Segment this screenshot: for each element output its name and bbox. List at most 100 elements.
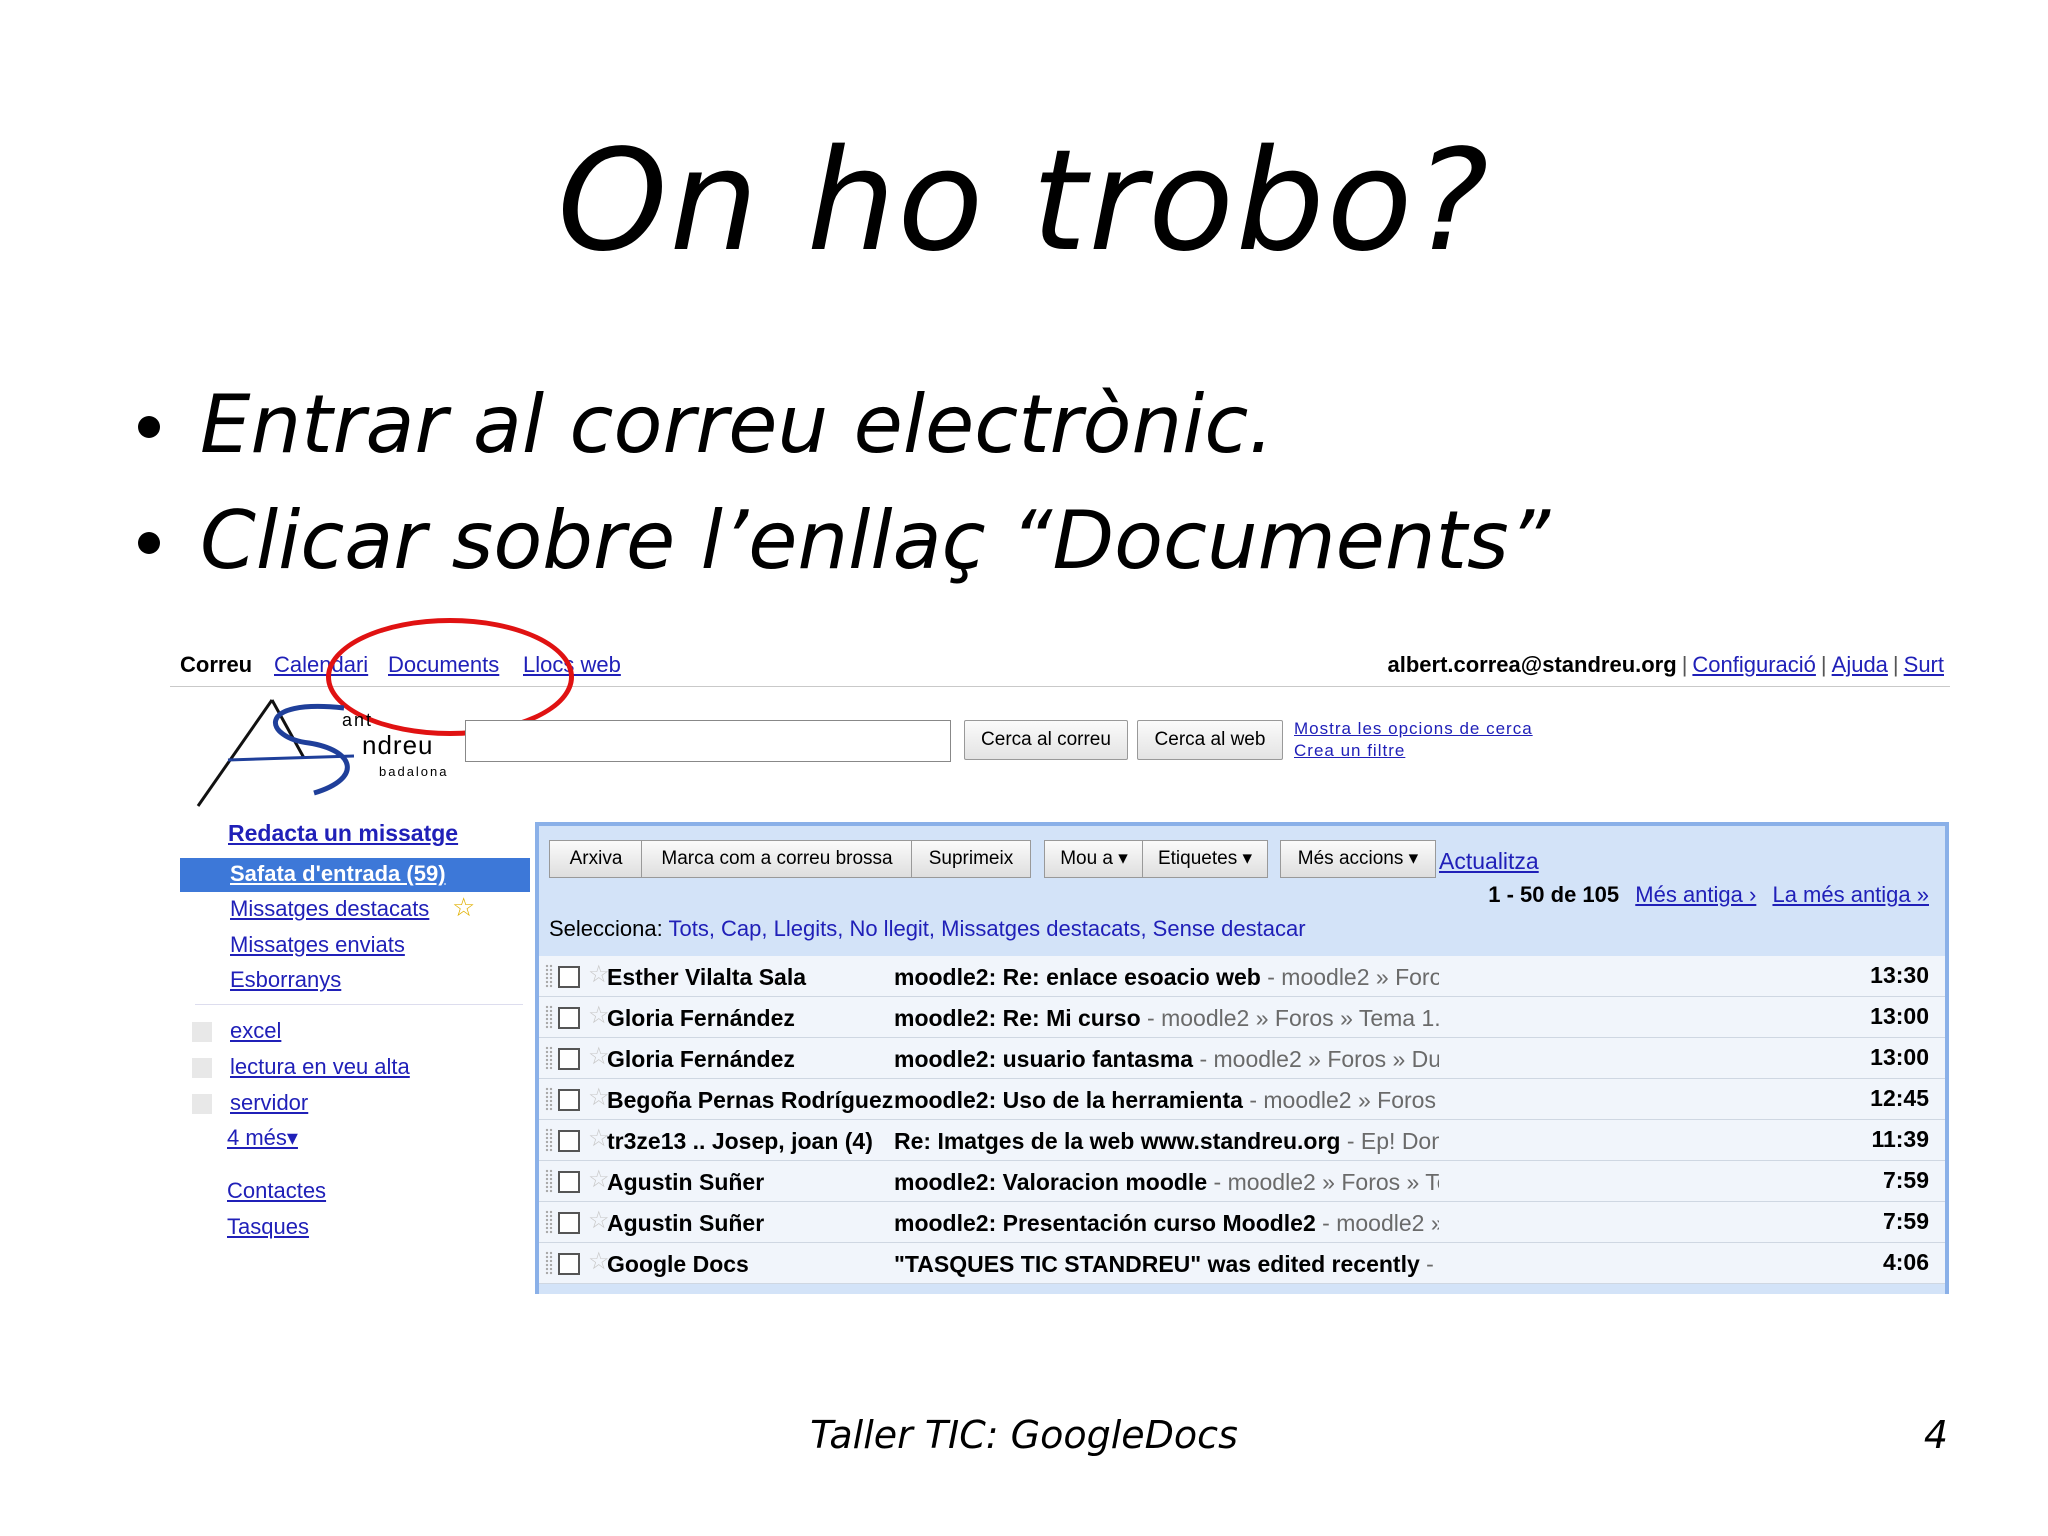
refresh-link[interactable]: Actualitza [1439, 848, 1539, 875]
message-snippet: - Ep! Doncs i es... Es d [1346, 1128, 1439, 1154]
label-color-icon [192, 1058, 212, 1078]
delete-button[interactable]: Suprimeix [911, 840, 1031, 878]
message-snippet: - moodle2 » Foros » Tema 1. Acti [1249, 1087, 1439, 1113]
show-search-options-link[interactable]: Mostra les opcions de cerca [1294, 718, 1533, 740]
sidebar-divider [195, 1004, 523, 1005]
message-snippet: - See the change [1426, 1251, 1439, 1277]
select-checkbox[interactable] [558, 1089, 580, 1111]
select-options[interactable]: Tots, Cap, Llegits, No llegit, Missatges… [668, 916, 1305, 941]
help-link[interactable]: Ajuda [1832, 652, 1888, 677]
message-row[interactable]: ☆ tr3ze13 .. Josep, joan (4) Re: Imatges… [539, 1120, 1945, 1161]
message-subject: Re: Imatges de la web www.standreu.org -… [894, 1128, 1439, 1155]
contacts-link[interactable]: Contactes [227, 1178, 326, 1204]
drag-handle-icon[interactable] [545, 1046, 553, 1070]
bullet-item: Entrar al correu electrònic. [130, 375, 1550, 491]
message-row[interactable]: ☆ Gloria Fernández moodle2: usuario fant… [539, 1038, 1945, 1079]
search-input[interactable] [465, 720, 951, 762]
message-rows: ☆ Esther Vilalta Sala moodle2: Re: enlac… [539, 956, 1945, 1284]
search-options: Mostra les opcions de cerca Crea un filt… [1294, 718, 1533, 762]
move-to-dropdown[interactable]: Mou a ▾ [1044, 840, 1144, 878]
message-sender: Esther Vilalta Sala [607, 964, 807, 990]
select-checkbox[interactable] [558, 1048, 580, 1070]
message-sender: Agustin Suñer [607, 1210, 765, 1236]
select-checkbox[interactable] [558, 1212, 580, 1234]
sidebar-item-sent[interactable]: Missatges enviats [230, 932, 405, 958]
sidebar-label-excel[interactable]: excel [230, 1018, 281, 1044]
drag-handle-icon[interactable] [545, 964, 553, 988]
more-labels-link[interactable]: 4 més▾ [227, 1125, 298, 1151]
select-checkbox[interactable] [558, 1007, 580, 1029]
top-navigation: Correu Calendari Documents Llocs web alb… [170, 618, 1950, 736]
message-time: 12:45 [1870, 1085, 1929, 1111]
tasks-link[interactable]: Tasques [227, 1214, 309, 1240]
slide-footer: Taller TIC: GoogleDocs [810, 1413, 1238, 1457]
account-bar: albert.correa@standreu.org | Configuració |… [1387, 652, 1944, 677]
sidebar-item-starred[interactable]: Missatges destacats [230, 896, 429, 922]
gmail-screenshot: Correu Calendari Documents Llocs web alb… [170, 618, 1950, 1294]
message-row[interactable]: ☆ Google Docs "TASQUES TIC STANDREU" was… [539, 1243, 1945, 1284]
pagination: 1 - 50 de 105 Més antiga › La més antiga… [1488, 882, 1929, 908]
labels-dropdown[interactable]: Etiquetes ▾ [1142, 840, 1268, 878]
message-subject: moodle2: Presentación curso Moodle2 - mo… [894, 1210, 1439, 1237]
message-time: 7:59 [1882, 1167, 1929, 1193]
sidebar-item-inbox[interactable]: Safata d'entrada (59) [180, 858, 530, 892]
message-sender: Gloria Fernández [607, 1046, 795, 1072]
drag-handle-icon[interactable] [545, 1169, 553, 1193]
bullet-item: Clicar sobre l’enllaç “Documents” [130, 491, 1550, 607]
message-sender: tr3ze13 .. Josep, joan (4) [607, 1128, 873, 1154]
message-sender: Google Docs [607, 1251, 749, 1277]
bullet-dot [138, 532, 160, 554]
message-list-panel: Arxiva Marca com a correu brossa Suprime… [535, 822, 1949, 1294]
message-row[interactable]: ☆ Agustin Suñer moodle2: Valoracion mood… [539, 1161, 1945, 1202]
logo-text: ndreu [362, 730, 434, 760]
sidebar-label-server[interactable]: servidor [230, 1090, 308, 1116]
message-subject: moodle2: usuario fantasma - moodle2 » Fo… [894, 1046, 1439, 1073]
message-subject: moodle2: Re: Mi curso - moodle2 » Foros … [894, 1005, 1439, 1032]
message-snippet: - moodle2 » Foros » Tema 1. Activida [1213, 1169, 1440, 1195]
message-row[interactable]: ☆ Agustin Suñer moodle2: Presentación cu… [539, 1202, 1945, 1243]
message-subject: moodle2: Uso de la herramienta - moodle2… [894, 1087, 1439, 1114]
sidebar-item-drafts[interactable]: Esborranys [230, 967, 341, 993]
school-logo: ant ndreu badalona [194, 698, 454, 808]
star-icon: ☆ [452, 892, 476, 922]
search-web-button[interactable]: Cerca al web [1137, 720, 1283, 760]
message-sender: Gloria Fernández [607, 1005, 795, 1031]
message-time: 7:59 [1882, 1208, 1929, 1234]
more-actions-dropdown[interactable]: Més accions ▾ [1280, 840, 1436, 878]
search-mail-button[interactable]: Cerca al correu [964, 720, 1128, 760]
drag-handle-icon[interactable] [545, 1210, 553, 1234]
sign-out-link[interactable]: Surt [1904, 652, 1944, 677]
select-checkbox[interactable] [558, 1130, 580, 1152]
sidebar-label-read-aloud[interactable]: lectura en veu alta [230, 1054, 410, 1080]
message-row[interactable]: ☆ Gloria Fernández moodle2: Re: Mi curso… [539, 997, 1945, 1038]
drag-handle-icon[interactable] [545, 1087, 553, 1111]
older-link[interactable]: Més antiga › [1635, 882, 1756, 907]
compose-link[interactable]: Redacta un missatge [228, 820, 458, 847]
drag-handle-icon[interactable] [545, 1005, 553, 1029]
drag-handle-icon[interactable] [545, 1251, 553, 1275]
logo-text: badalona [379, 764, 449, 779]
bullet-text: Clicar sobre l’enllaç “Documents” [200, 494, 1551, 587]
archive-button[interactable]: Arxiva [549, 840, 643, 878]
drag-handle-icon[interactable] [545, 1128, 553, 1152]
report-spam-button[interactable]: Marca com a correu brossa [641, 840, 913, 878]
slide-page-number: 4 [1923, 1413, 1948, 1457]
message-subject: moodle2: Re: enlace esoacio web - moodle… [894, 964, 1439, 991]
create-filter-link[interactable]: Crea un filtre [1294, 740, 1533, 762]
slide-title: On ho trobo? [557, 120, 1491, 283]
message-snippet: - moodle2 » Foros » Tema 1. Ac [1267, 964, 1439, 990]
message-row[interactable]: ☆ Begoña Pernas Rodríguez moodle2: Uso d… [539, 1079, 1945, 1120]
select-checkbox[interactable] [558, 1171, 580, 1193]
bullet-text: Entrar al correu electrònic. [200, 378, 1274, 471]
select-checkbox[interactable] [558, 1253, 580, 1275]
nav-mail: Correu [180, 652, 253, 677]
message-subject: moodle2: Valoracion moodle - moodle2 » F… [894, 1169, 1439, 1196]
message-snippet: - moodle2 » Foros » Dudas y consultas [1199, 1046, 1439, 1072]
account-email: albert.correa@standreu.org [1387, 652, 1677, 677]
oldest-link[interactable]: La més antiga » [1772, 882, 1929, 907]
message-row[interactable]: ☆ Esther Vilalta Sala moodle2: Re: enlac… [539, 956, 1945, 997]
select-checkbox[interactable] [558, 966, 580, 988]
message-subject: "TASQUES TIC STANDREU" was edited recent… [894, 1251, 1439, 1278]
settings-link[interactable]: Configuració [1692, 652, 1816, 677]
inbox-link[interactable]: Safata d'entrada (59) [230, 861, 446, 887]
